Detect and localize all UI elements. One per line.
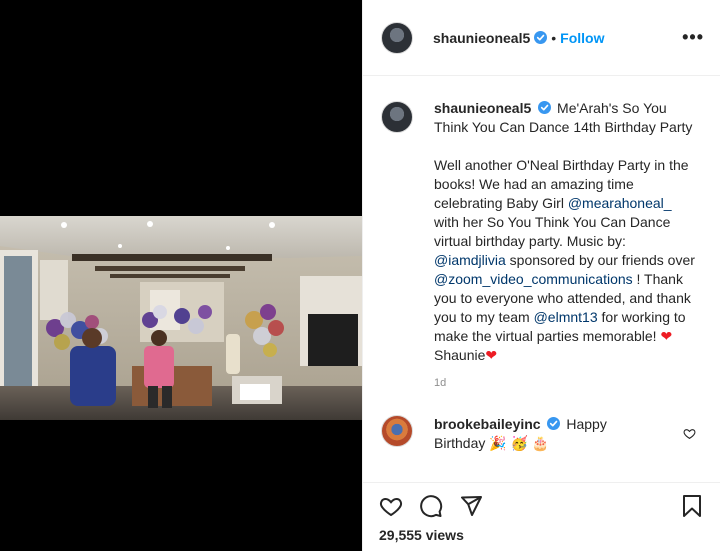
action-icons: [379, 491, 704, 521]
author-username[interactable]: shaunieoneal5: [433, 30, 530, 46]
post-sidebar: shaunieoneal5 • Follow ••• shaunieoneal5…: [362, 0, 720, 551]
caption-timestamp[interactable]: 1d: [434, 374, 696, 393]
caption-text-part: sponsored by our friends over: [505, 252, 695, 268]
more-options-icon[interactable]: •••: [682, 27, 704, 48]
share-paper-plane-icon[interactable]: [459, 494, 483, 518]
mention-link[interactable]: @iamdjlivia: [434, 252, 506, 268]
caption-username[interactable]: shaunieoneal5: [434, 100, 531, 116]
save-bookmark-icon[interactable]: [680, 494, 704, 518]
red-heart-emoji: ❤: [660, 328, 673, 344]
comment-body: brookebaileyinc Happy Birthday 🎉 🥳 🎂: [434, 415, 674, 453]
red-heart-emoji: ❤: [485, 347, 498, 363]
comment-like-heart-icon[interactable]: [683, 427, 696, 440]
caption-body: shaunieoneal5 Me'Arah's So You Think You…: [434, 99, 696, 393]
views-count[interactable]: 29,555 views: [379, 527, 704, 543]
verified-badge-icon: [538, 101, 552, 114]
post-header: shaunieoneal5 • Follow •••: [363, 0, 720, 76]
comment-emoji: 🎉 🥳 🎂: [489, 435, 550, 451]
commenter-avatar[interactable]: [381, 415, 413, 447]
follow-button[interactable]: Follow: [560, 30, 604, 46]
caption-text-part: with her So You Think You Can Dance virt…: [434, 214, 671, 249]
comment-item: brookebaileyinc Happy Birthday 🎉 🥳 🎂: [381, 415, 704, 453]
author-avatar[interactable]: [381, 21, 413, 54]
video-frame: [0, 216, 362, 420]
comments-section[interactable]: shaunieoneal5 Me'Arah's So You Think You…: [363, 77, 720, 481]
like-heart-icon[interactable]: [379, 494, 403, 518]
verified-badge-icon: [547, 417, 561, 430]
mention-link[interactable]: @mearahoneal_: [568, 195, 672, 211]
mention-link[interactable]: @elmnt13: [534, 309, 598, 325]
caption-signoff: Shaunie: [434, 347, 486, 363]
mention-link[interactable]: @zoom_video_communications: [434, 271, 633, 287]
caption-text: Well another O'Neal Birthday Party in th…: [434, 156, 696, 365]
commenter-username[interactable]: brookebaileyinc: [434, 416, 541, 432]
caption: shaunieoneal5 Me'Arah's So You Think You…: [381, 99, 704, 393]
comment-text: Happy: [566, 416, 607, 432]
post-video[interactable]: [0, 216, 362, 420]
header-separator: •: [551, 29, 557, 46]
comment-bubble-icon[interactable]: [419, 494, 443, 518]
comment-text: Birthday: [434, 435, 486, 451]
caption-avatar[interactable]: [381, 101, 413, 133]
views-label: views: [425, 527, 464, 543]
verified-badge-icon: [534, 31, 548, 44]
action-bar: 29,555 views: [363, 482, 720, 551]
views-number: 29,555: [379, 527, 422, 543]
post-media[interactable]: [0, 0, 362, 551]
